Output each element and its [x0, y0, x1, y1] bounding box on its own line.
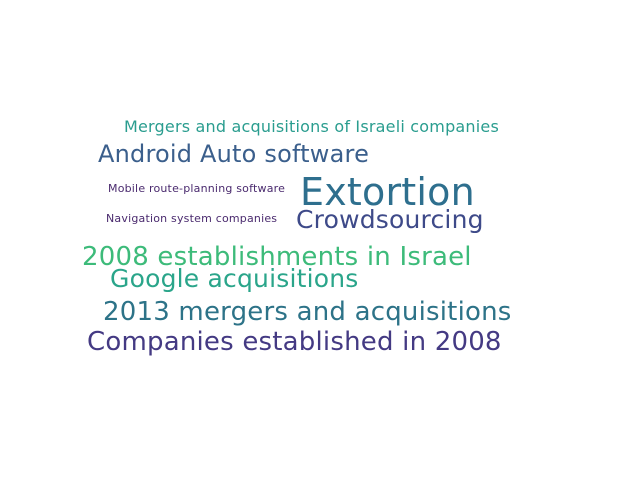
- word-cloud: Mergers and acquisitions of Israeli comp…: [0, 0, 640, 480]
- word-navigation-system: Navigation system companies: [106, 212, 278, 225]
- word-companies-2008: Companies established in 2008: [87, 327, 502, 357]
- word-crowdsourcing: Crowdsourcing: [296, 205, 484, 234]
- word-android-auto-software: Android Auto software: [98, 140, 370, 168]
- word-mobile-route-planning: Mobile route-planning software: [108, 182, 286, 195]
- word-mergers-acquisitions-israeli: Mergers and acquisitions of Israeli comp…: [124, 117, 499, 136]
- word-google-acquisitions: Google acquisitions: [110, 264, 359, 293]
- word-2013-mergers: 2013 mergers and acquisitions: [103, 297, 512, 327]
